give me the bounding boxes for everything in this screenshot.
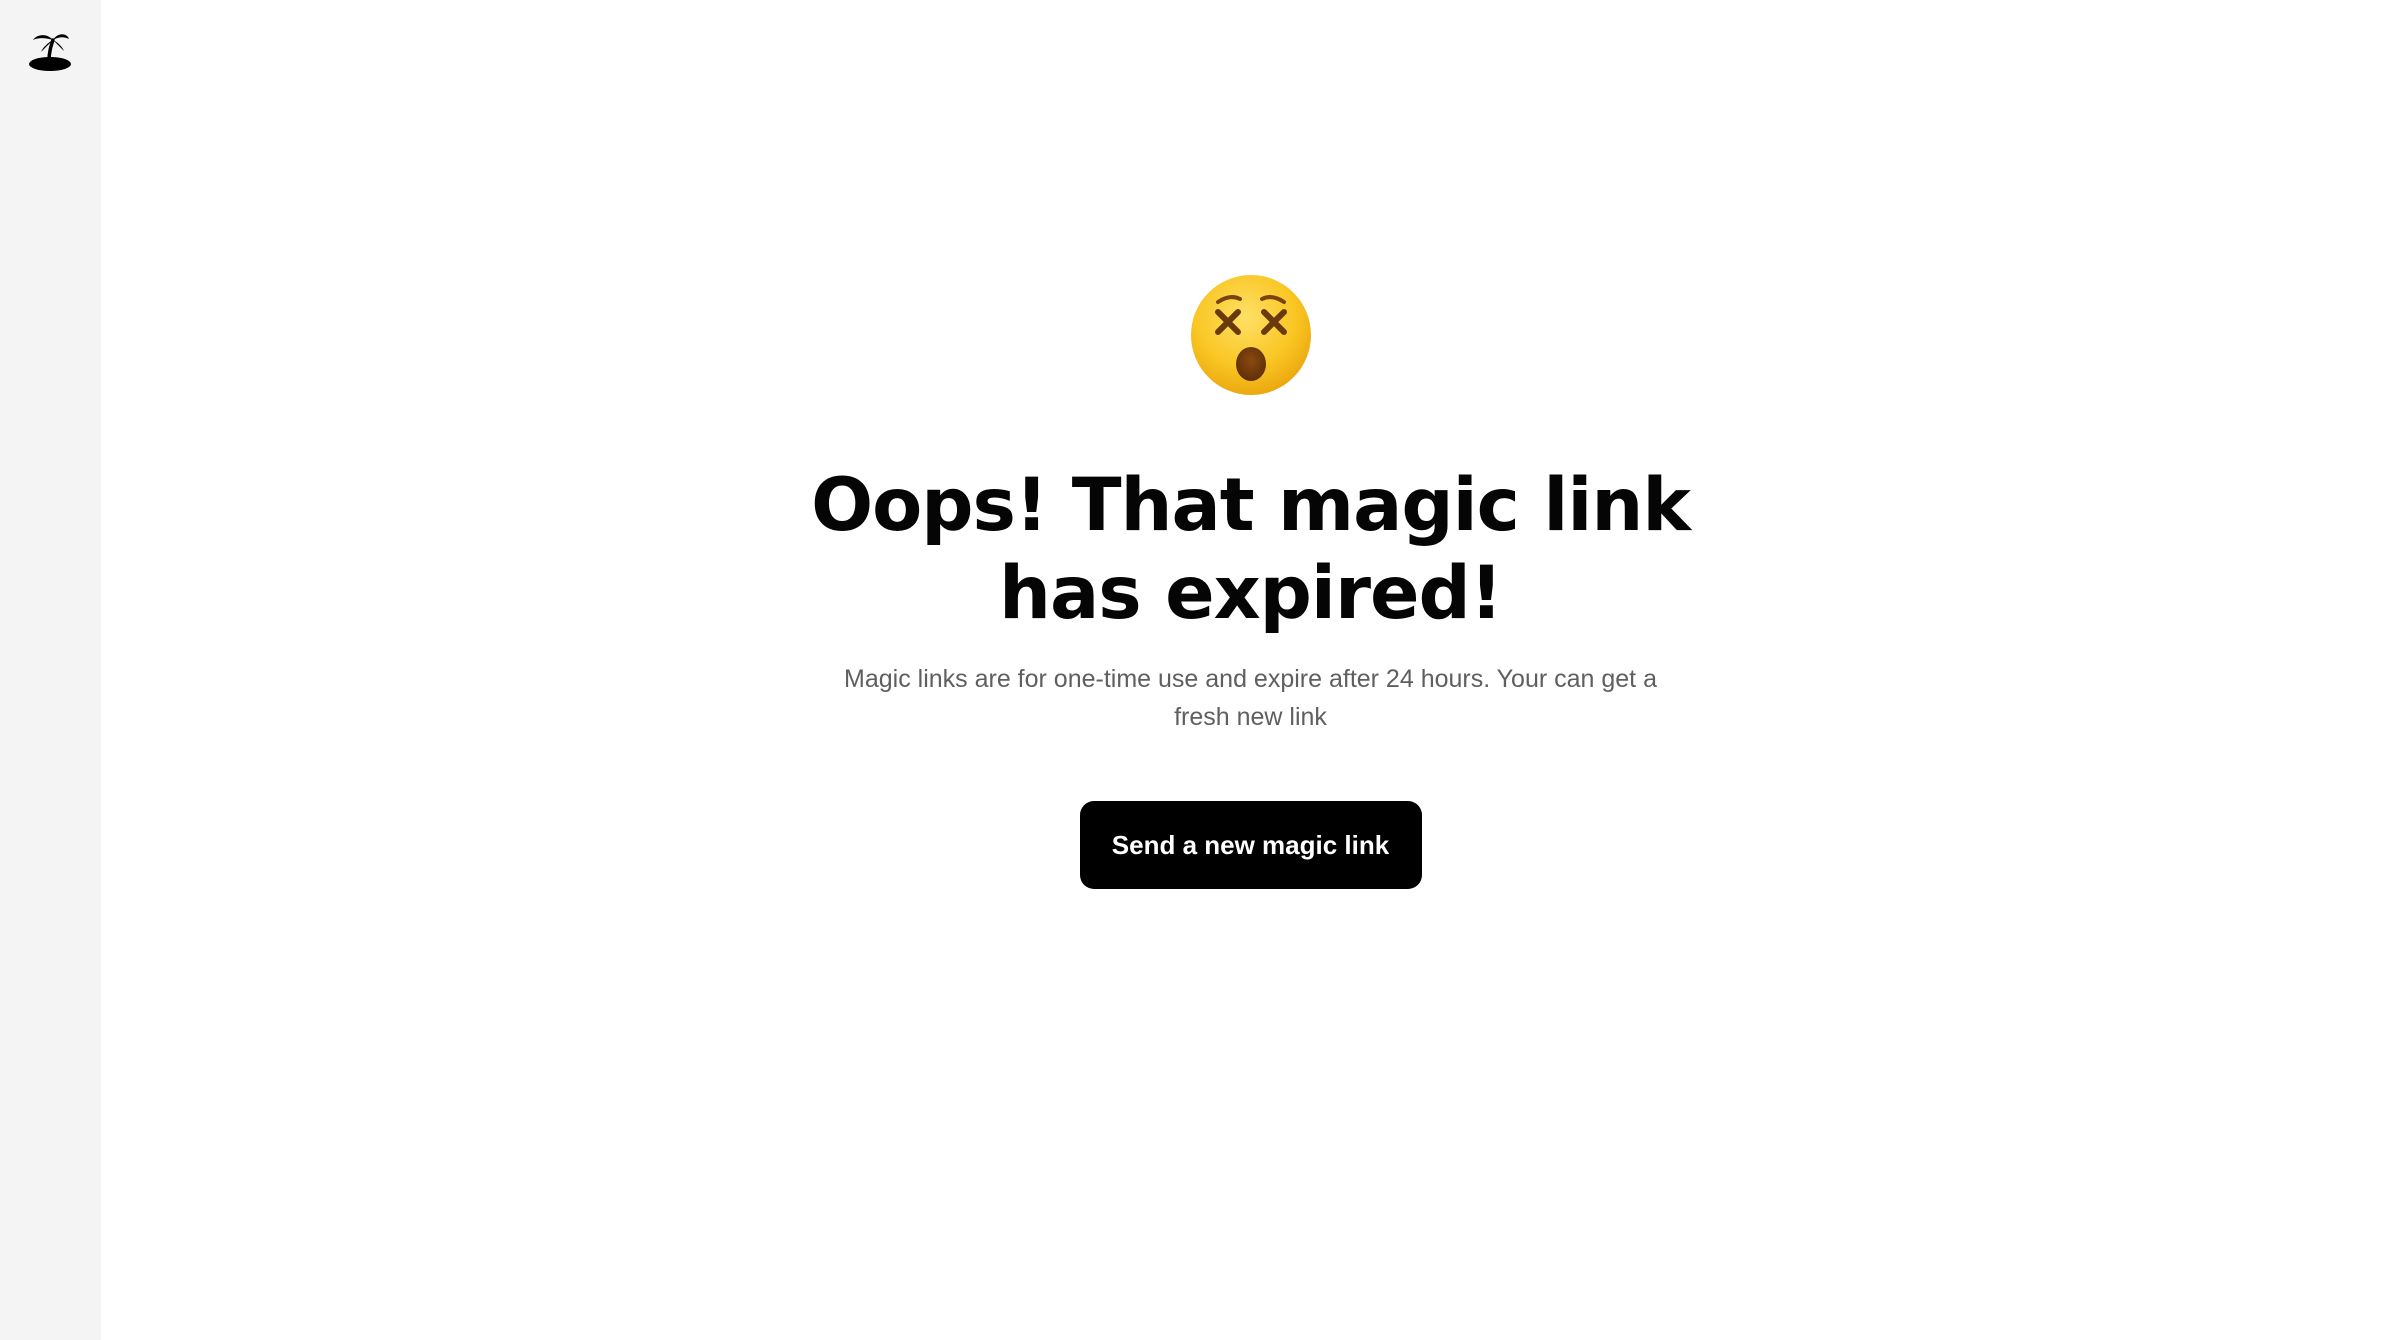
dizzy-face-icon	[1188, 272, 1314, 398]
page-title: Oops! That magic link has expired!	[811, 463, 1691, 636]
send-new-magic-link-button[interactable]: Send a new magic link	[1079, 801, 1422, 889]
sidebar	[0, 0, 101, 1340]
main-content: Oops! That magic link has expired! Magic…	[101, 0, 2400, 1340]
page-description: Magic links are for one-time use and exp…	[844, 665, 1657, 731]
logo-palm-island-icon[interactable]	[27, 30, 73, 72]
palm-tree-island-icon	[29, 34, 71, 71]
expired-link-panel: Oops! That magic link has expired! Magic…	[101, 272, 2400, 889]
